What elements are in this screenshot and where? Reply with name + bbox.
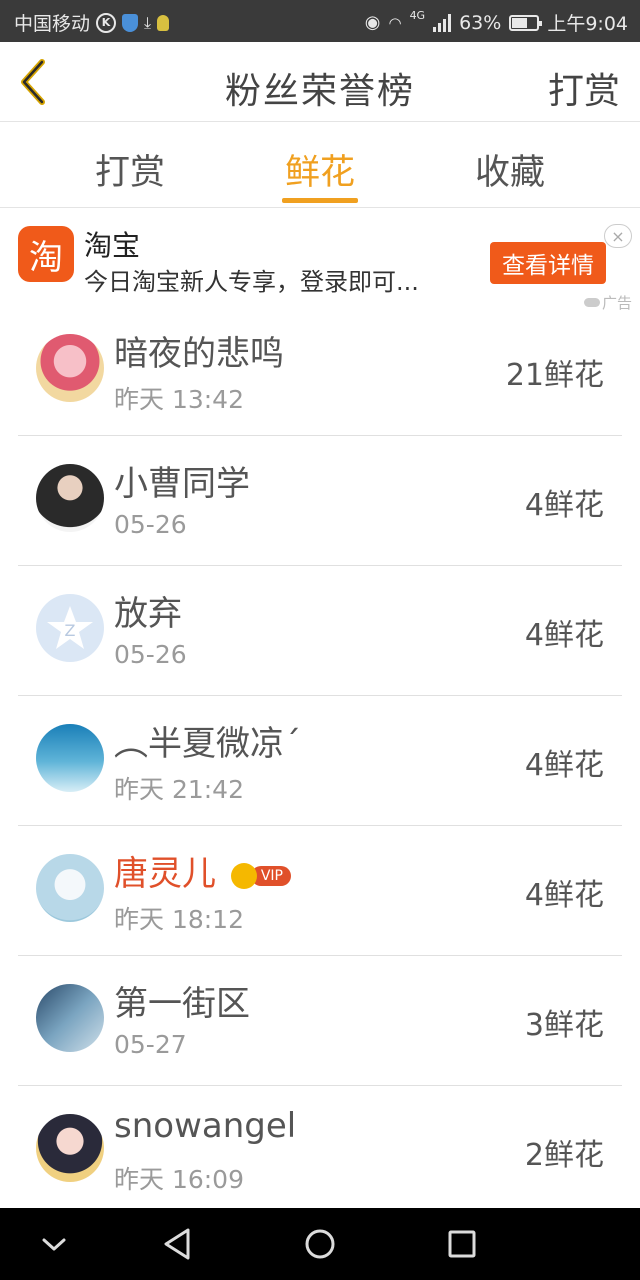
vip-badge: VIP <box>230 862 291 889</box>
fan-name: 暗夜的悲鸣 <box>114 334 284 374</box>
nav-recents-button[interactable] <box>442 1224 482 1264</box>
clock: 上午9:04 <box>547 13 628 35</box>
circle-home-icon <box>305 1229 335 1259</box>
avatar[interactable] <box>36 1114 104 1182</box>
battery-percent: 63% <box>459 11 502 34</box>
fan-name: 放弃 <box>114 594 182 634</box>
list-item[interactable]: 唐灵儿 VIP 昨天 18:12 4鲜花 <box>18 826 622 956</box>
flower-count: 4鲜花 <box>524 878 604 913</box>
avatar[interactable] <box>36 464 104 532</box>
fan-time: 昨天 13:42 <box>114 385 244 414</box>
download-icon: ⤓ <box>144 12 152 32</box>
crown-icon <box>230 862 257 889</box>
shield-icon <box>122 13 139 32</box>
fan-time: 昨天 21:42 <box>114 775 244 804</box>
list-item[interactable]: 暗夜的悲鸣 昨天 13:42 21鲜花 <box>18 306 622 436</box>
list-item[interactable]: Z 放弃 05-26 4鲜花 <box>18 566 622 696</box>
reward-button[interactable]: 打赏 <box>548 62 620 114</box>
list-item[interactable]: 第一街区 05-27 3鲜花 <box>18 956 622 1086</box>
fan-time: 昨天 16:09 <box>114 1165 244 1194</box>
chevron-down-icon <box>42 1238 66 1251</box>
fan-name: 唐灵儿 VIP <box>114 846 291 895</box>
avatar[interactable] <box>36 854 104 922</box>
flower-count: 3鲜花 <box>524 1008 604 1043</box>
fan-time: 昨天 18:12 <box>114 905 244 934</box>
taobao-logo-icon: 淘 <box>18 226 74 282</box>
ad-banner[interactable]: 淘 淘宝 今日淘宝新人专享，登录即可... 查看详情 × 广告 <box>0 210 640 312</box>
svg-text:Z: Z <box>65 621 76 640</box>
fan-time: 05-27 <box>114 1030 187 1059</box>
avatar[interactable] <box>36 334 104 402</box>
flower-count: 21鲜花 <box>505 358 604 393</box>
ad-details-button[interactable]: 查看详情 <box>490 242 606 284</box>
default-avatar-star-icon: Z <box>47 606 93 649</box>
fan-time: 05-26 <box>114 640 187 669</box>
fan-name: 小曹同学 <box>114 464 250 504</box>
ad-description: 今日淘宝新人专享，登录即可... <box>84 268 419 296</box>
flower-count: 2鲜花 <box>524 1138 604 1173</box>
ad-close-icon[interactable]: × <box>604 224 632 248</box>
fan-name: 第一街区 <box>114 984 250 1024</box>
navigation-bar <box>0 1208 640 1280</box>
status-bar: 中国移动 K ⤓ ◉ ◠ 4G 63% 上午9:04 <box>0 0 640 42</box>
list-item[interactable]: ︵半夏微凉ˊ 昨天 21:42 4鲜花 <box>18 696 622 826</box>
avatar[interactable]: Z <box>36 594 104 662</box>
list-item[interactable]: 小曹同学 05-26 4鲜花 <box>18 436 622 566</box>
fan-name-text: 唐灵儿 <box>114 854 216 894</box>
page-title: 粉丝荣誉榜 <box>224 71 415 112</box>
list-item[interactable]: snowangel 昨天 16:09 2鲜花 <box>18 1086 622 1216</box>
tab-bar: 打赏 鲜花 收藏 <box>0 122 640 208</box>
vip-label: VIP <box>250 865 291 886</box>
active-tab-indicator <box>282 198 358 203</box>
fan-name: ︵半夏微凉ˊ <box>114 724 301 764</box>
tab-flowers[interactable]: 鲜花 <box>250 144 390 195</box>
tab-reward[interactable]: 打赏 <box>60 144 200 195</box>
flower-count: 4鲜花 <box>524 618 604 653</box>
triangle-back-icon <box>164 1228 190 1260</box>
signal-icon <box>433 13 452 32</box>
fan-name: snowangel <box>114 1106 297 1146</box>
nav-back-button[interactable] <box>158 1224 198 1264</box>
avatar[interactable] <box>36 984 104 1052</box>
network-type: 4G <box>409 9 426 22</box>
flower-count: 4鲜花 <box>524 488 604 523</box>
fans-list: 暗夜的悲鸣 昨天 13:42 21鲜花 小曹同学 05-26 4鲜花 Z 放弃 … <box>18 306 622 1216</box>
eye-icon: ◉ <box>364 12 381 33</box>
ad-title: 淘宝 <box>84 229 141 262</box>
nav-home-button[interactable] <box>300 1224 340 1264</box>
tab-favorites[interactable]: 收藏 <box>440 144 580 195</box>
lightbulb-icon <box>157 14 170 31</box>
fan-time: 05-26 <box>114 510 187 539</box>
avatar[interactable] <box>36 724 104 792</box>
flower-count: 4鲜花 <box>524 748 604 783</box>
square-recents-icon <box>448 1230 476 1258</box>
wifi-icon: ◠ <box>388 13 402 32</box>
header-bar: 粉丝荣誉榜 打赏 <box>0 42 640 122</box>
k-app-icon: K <box>96 12 117 33</box>
battery-icon <box>509 14 543 31</box>
hide-nav-button[interactable] <box>34 1224 74 1264</box>
carrier-label: 中国移动 <box>14 13 91 35</box>
